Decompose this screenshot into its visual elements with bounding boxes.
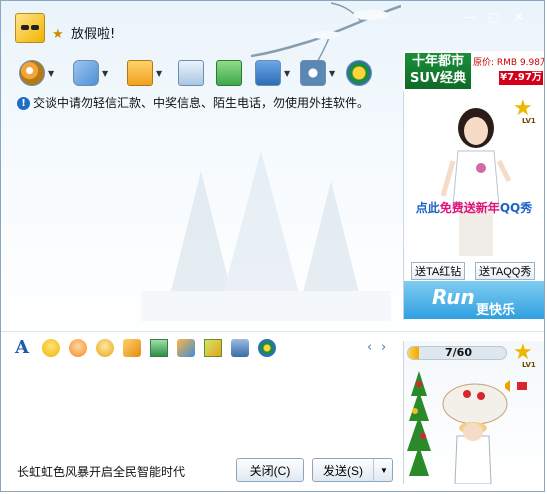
message-board-button[interactable] (178, 58, 204, 88)
ad-footer-run-text: Run (432, 285, 475, 309)
car-ad-banner[interactable]: 十年都市 SUV经典 原价: RMB 9.98万 ¥7.97万 (403, 51, 545, 91)
emoticon-icon[interactable] (42, 339, 60, 357)
doodle-icon[interactable] (123, 339, 141, 357)
send-options-dropdown[interactable]: ▼ (373, 458, 393, 482)
free-qq-show-promo[interactable]: 点此免费送新年QQ秀 (405, 199, 543, 216)
magic-emoticon-icon[interactable] (69, 339, 87, 357)
promo-suffix: QQ秀 (499, 201, 533, 215)
security-notice-text: 交谈中请勿轻信汇款、中奖信息、陌生电话，勿使用外挂软件。 (33, 96, 370, 110)
info-icon: ! (17, 96, 30, 110)
ad-slogan-link[interactable]: 长虹虹色风暴开启全民智能时代 (17, 465, 185, 479)
car-original-price: 原价: RMB 9.98万 (473, 58, 545, 68)
more-tools-icon[interactable] (258, 339, 276, 357)
add-group-icon (216, 60, 242, 86)
christmas-scene-image[interactable] (405, 366, 543, 484)
ad-footer-banner[interactable]: Run 更快乐 (404, 281, 544, 319)
ad-footer-happy-text: 更快乐 (476, 303, 516, 318)
screenshot-icon[interactable] (150, 339, 168, 357)
contact-avatar[interactable] (15, 13, 45, 43)
car-sale-price: ¥7.97万 (499, 71, 543, 85)
minimize-button[interactable]: — (464, 11, 476, 23)
shake-icon[interactable] (96, 339, 114, 357)
format-toolbar: A (15, 338, 285, 358)
video-call-button[interactable]: ▼ (19, 58, 54, 88)
promo-highlight: 免费送新年 (439, 201, 500, 215)
envelope-icon (178, 60, 204, 86)
qq-show-avatar-image (441, 108, 511, 256)
close-window-button[interactable]: ✕ (514, 11, 524, 23)
computer-icon (255, 60, 281, 86)
progress-text: 7/60 (445, 346, 472, 359)
promo-prefix: 点此 (415, 201, 440, 215)
send-red-diamond-button[interactable]: 送TA红钻 (411, 262, 466, 280)
prev-tools-button[interactable]: ‹ (367, 340, 372, 355)
chevron-down-icon[interactable]: ▼ (329, 69, 335, 78)
chevron-down-icon[interactable]: ▼ (284, 69, 290, 78)
voice-call-button[interactable]: ▼ (73, 58, 108, 88)
message-input[interactable] (9, 361, 401, 451)
chevron-down-icon[interactable]: ▼ (48, 69, 54, 78)
font-icon[interactable]: A (15, 339, 33, 357)
security-notice: ! 交谈中请勿轻信汇款、中奖信息、陌生电话，勿使用外挂软件。 (17, 96, 369, 110)
send-qq-show-button[interactable]: 送TAQQ秀 (475, 262, 536, 280)
chevron-down-icon[interactable]: ▼ (102, 69, 108, 78)
close-button[interactable]: 关闭(C) (236, 458, 304, 482)
snowy-trees-decoration (141, 151, 391, 321)
send-button[interactable]: 发送(S) (312, 458, 374, 482)
next-tools-button[interactable]: › (381, 340, 386, 355)
webcam-icon (19, 60, 45, 86)
divider (1, 331, 544, 332)
app-settings-button[interactable]: ▼ (300, 58, 335, 88)
gift-icon[interactable] (204, 339, 222, 357)
create-group-button[interactable] (216, 58, 242, 88)
chat-window: ★ 放假啦! — □ ✕ ▼ ▼ ▼ ▼ ▼ ! 交谈中请勿轻信汇款、中奖信息、… (0, 0, 545, 492)
chevron-down-icon[interactable]: ▼ (156, 69, 162, 78)
car-ad-title-line2: SUV经典 (410, 71, 466, 86)
car-ad-title-line1: 十年都市 (411, 54, 464, 69)
progress-fill (408, 347, 420, 359)
image-icon[interactable] (231, 339, 249, 357)
contact-nickname: 放假啦! (71, 27, 116, 42)
more-apps-button[interactable] (346, 58, 372, 88)
folder-icon (127, 60, 153, 86)
star-icon: ★ (52, 27, 64, 42)
app-logo-icon (346, 60, 372, 86)
send-file-button[interactable]: ▼ (127, 58, 162, 88)
gear-icon (300, 60, 326, 86)
level-badge: LV1 (522, 117, 536, 125)
car-ad-title: 十年都市 SUV经典 (405, 53, 471, 89)
remote-assist-button[interactable]: ▼ (255, 58, 290, 88)
music-icon[interactable] (177, 339, 195, 357)
microphone-icon (73, 60, 99, 86)
maximize-button[interactable]: □ (488, 11, 499, 23)
